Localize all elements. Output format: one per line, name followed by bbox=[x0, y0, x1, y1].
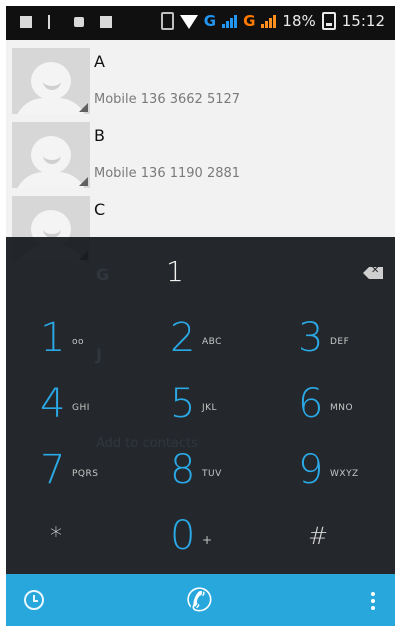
contact-name: B bbox=[94, 126, 105, 145]
key-6[interactable]: 6 MNO bbox=[298, 375, 395, 433]
key-star[interactable]: * bbox=[40, 507, 150, 565]
status-bar: G G 18% 15:12 bbox=[6, 6, 395, 40]
avatar bbox=[12, 122, 90, 188]
contact-name: A bbox=[94, 52, 105, 71]
dialpad: G J Add to contacts 1 1 oo 2 ABC 3 DEF 4… bbox=[6, 237, 395, 574]
lock-icon bbox=[74, 17, 84, 27]
key-8[interactable]: 8 TUV bbox=[170, 441, 280, 499]
signal-1-icon bbox=[222, 14, 238, 28]
key-3[interactable]: 3 DEF bbox=[298, 309, 395, 367]
key-0[interactable]: 0 + bbox=[170, 507, 280, 565]
contact-phone: Mobile 136 3662 5127 bbox=[94, 92, 241, 107]
signal-2-icon bbox=[261, 14, 277, 28]
notification-icon bbox=[20, 16, 32, 28]
avatar bbox=[12, 48, 90, 114]
contact-phone: Mobile 136 1190 2881 bbox=[94, 166, 241, 181]
contact-name: C bbox=[94, 200, 106, 219]
key-2[interactable]: 2 ABC bbox=[170, 309, 280, 367]
contact-item[interactable]: A Mobile 136 3662 5127 bbox=[6, 40, 395, 114]
contact-item[interactable]: B Mobile 136 1190 2881 bbox=[6, 114, 395, 188]
dialer-action-bar: ✆ bbox=[6, 574, 395, 626]
usb-icon bbox=[48, 15, 58, 29]
key-hash[interactable]: # bbox=[298, 507, 395, 565]
call-history-icon[interactable] bbox=[24, 590, 44, 610]
key-5[interactable]: 5 JKL bbox=[170, 375, 280, 433]
key-1[interactable]: 1 oo bbox=[40, 309, 150, 367]
notification-square-icon bbox=[100, 16, 112, 28]
wifi-icon bbox=[179, 15, 198, 29]
clock-time: 15:12 bbox=[341, 12, 385, 30]
overflow-menu-icon[interactable] bbox=[371, 592, 375, 610]
network-type-1: G bbox=[203, 12, 217, 30]
battery-icon bbox=[321, 12, 336, 30]
bluetooth-icon bbox=[160, 12, 174, 30]
call-button[interactable]: ✆ bbox=[186, 584, 213, 616]
screen: G G 18% 15:12 A Mobile 136 3662 5127 B M… bbox=[6, 6, 395, 626]
network-type-2: G bbox=[243, 12, 256, 30]
dialed-number: 1 bbox=[166, 255, 184, 288]
key-7[interactable]: 7 PQRS bbox=[40, 441, 150, 499]
backspace-icon[interactable] bbox=[363, 267, 383, 279]
quick-contact-corner-icon bbox=[79, 177, 88, 186]
key-4[interactable]: 4 GHI bbox=[40, 375, 150, 433]
dial-display[interactable]: 1 bbox=[6, 237, 395, 297]
key-9[interactable]: 9 WXYZ bbox=[298, 441, 395, 499]
battery-percent: 18% bbox=[282, 12, 316, 30]
quick-contact-corner-icon bbox=[79, 103, 88, 112]
